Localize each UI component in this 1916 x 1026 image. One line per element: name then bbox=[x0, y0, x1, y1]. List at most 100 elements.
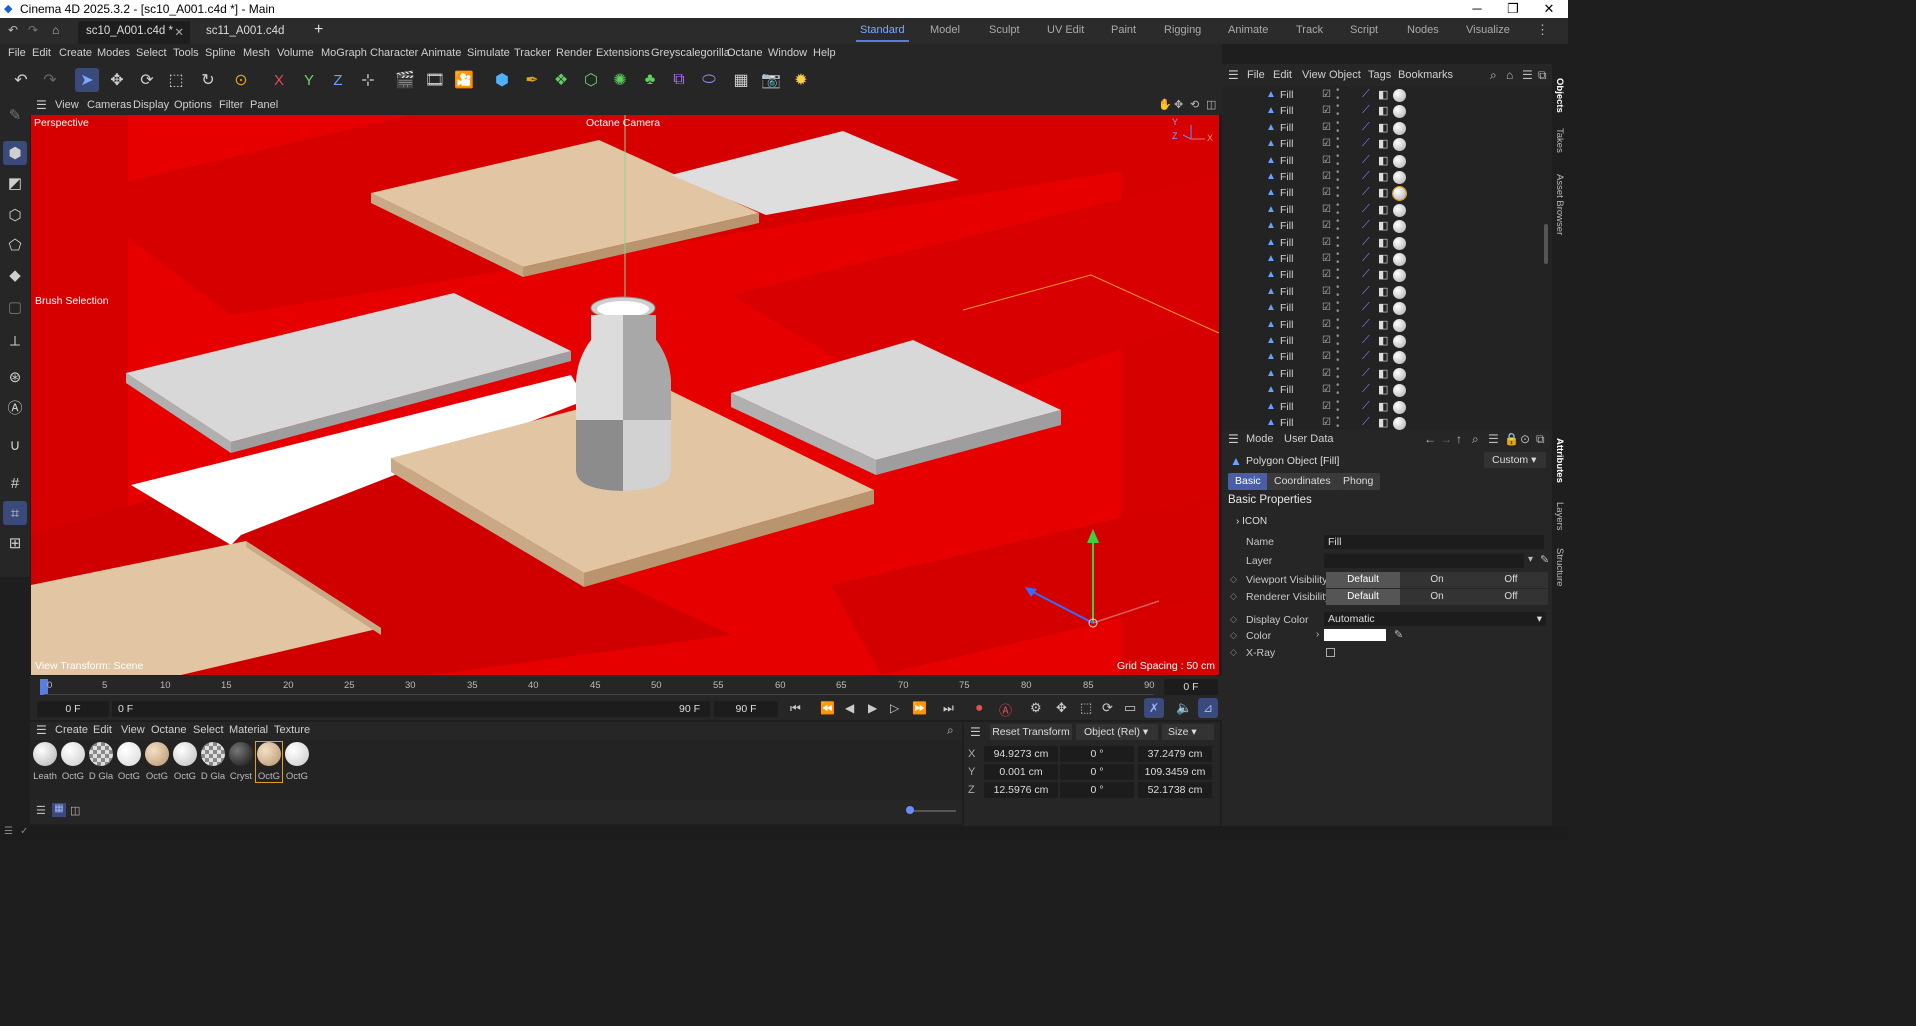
menu-octane[interactable]: Octane bbox=[727, 47, 762, 59]
close-icon[interactable]: ✕ bbox=[1532, 0, 1566, 18]
file-tab-sc10[interactable]: sc10_A001.c4d * ✕ bbox=[78, 21, 190, 44]
phong-tag-icon[interactable]: ⟋ bbox=[1362, 219, 1370, 232]
rotation-h-field[interactable]: 0 ° bbox=[1060, 746, 1134, 762]
select-tool-icon[interactable]: ➤ bbox=[75, 68, 99, 92]
color-swatch[interactable] bbox=[1324, 629, 1386, 641]
dolly-icon[interactable]: ✥ bbox=[1174, 98, 1183, 111]
texture-tag-icon[interactable]: ◧ bbox=[1378, 416, 1388, 429]
material-swatch-selected[interactable]: OctG bbox=[255, 741, 283, 783]
chevron-down-icon[interactable]: ▾ bbox=[1528, 554, 1533, 565]
phong-tag-icon[interactable]: ⟋ bbox=[1362, 268, 1370, 281]
tweak-icon[interactable]: ⊛ bbox=[3, 365, 27, 389]
object-row[interactable]: ▲ Fill ☑ • • ⟋ ◧ bbox=[1222, 381, 1552, 399]
phong-tag-icon[interactable]: ⟋ bbox=[1362, 88, 1370, 101]
layout-animate[interactable]: Animate bbox=[1228, 24, 1268, 36]
phong-tag-icon[interactable]: ⟋ bbox=[1362, 203, 1370, 216]
icon-size-slider[interactable] bbox=[908, 810, 956, 812]
material-menu-edit[interactable]: Edit bbox=[93, 724, 112, 736]
key-param-icon[interactable]: ▭ bbox=[1124, 700, 1136, 716]
material-menu-select[interactable]: Select bbox=[193, 724, 224, 736]
position-x-field[interactable]: 94.9273 cm bbox=[984, 746, 1058, 762]
texture-tag-icon[interactable]: ◧ bbox=[1378, 170, 1388, 183]
layout-uv-edit[interactable]: UV Edit bbox=[1047, 24, 1084, 36]
edit-toggle-icon[interactable]: ☑ bbox=[1322, 417, 1331, 428]
texture-tag-icon[interactable]: ◧ bbox=[1378, 383, 1388, 396]
visibility-dots-icon[interactable]: • • bbox=[1336, 381, 1340, 399]
hamburger-icon[interactable]: ☰ bbox=[1228, 432, 1239, 446]
material-swatch[interactable]: Cryst bbox=[228, 742, 254, 782]
phong-tag-icon[interactable]: ⟋ bbox=[1362, 170, 1370, 183]
undo-small-icon[interactable]: ↶ bbox=[8, 23, 18, 37]
menu-tools[interactable]: Tools bbox=[173, 47, 199, 59]
new-tab-icon[interactable]: + bbox=[314, 21, 323, 39]
material-tag-icon[interactable] bbox=[1393, 236, 1406, 250]
phong-tag-icon[interactable]: ⟋ bbox=[1362, 367, 1370, 380]
material-tag-icon[interactable] bbox=[1393, 154, 1406, 168]
edit-toggle-icon[interactable]: ☑ bbox=[1322, 335, 1331, 346]
renderer-vis-on[interactable]: On bbox=[1400, 589, 1474, 605]
viewport-menu-options[interactable]: Options bbox=[174, 99, 212, 111]
rotate-tool-icon[interactable]: ⟳ bbox=[135, 68, 159, 92]
texture-tag-icon[interactable]: ◧ bbox=[1378, 400, 1388, 413]
renderer-vis-off[interactable]: Off bbox=[1474, 589, 1548, 605]
phong-tag-icon[interactable]: ⟋ bbox=[1362, 104, 1370, 117]
maximize-view-icon[interactable]: ◫ bbox=[1206, 98, 1216, 111]
menu-animate[interactable]: Animate bbox=[421, 47, 461, 59]
prev-key-icon[interactable]: ⏪ bbox=[820, 701, 835, 715]
menu-window[interactable]: Window bbox=[768, 47, 807, 59]
snap-target-icon[interactable]: ⊙ bbox=[229, 68, 253, 92]
more-icon[interactable]: ⋮ bbox=[1536, 22, 1549, 38]
timeline-ruler[interactable]: 0 5 10 15 20 25 30 35 40 45 50 55 60 65 … bbox=[30, 676, 1222, 698]
next-key-icon[interactable]: ⏩ bbox=[912, 701, 927, 715]
position-y-field[interactable]: 0.001 cm bbox=[984, 764, 1058, 780]
edit-toggle-icon[interactable]: ☑ bbox=[1322, 351, 1331, 362]
material-swatch[interactable]: OctG bbox=[116, 742, 142, 782]
points-mode-icon[interactable]: ⬡ bbox=[3, 203, 27, 227]
menu-simulate[interactable]: Simulate bbox=[467, 47, 510, 59]
edit-toggle-icon[interactable]: ☑ bbox=[1322, 155, 1331, 166]
edit-toggle-icon[interactable]: ☑ bbox=[1322, 253, 1331, 264]
sound-icon[interactable]: 🔈 bbox=[1176, 700, 1192, 716]
pan-icon[interactable]: ✋ bbox=[1158, 98, 1172, 111]
mograph-icon[interactable]: ♣ bbox=[638, 68, 662, 92]
tab-basic[interactable]: Basic bbox=[1228, 473, 1268, 490]
status-menu-icon[interactable]: ☰ bbox=[4, 826, 13, 837]
render-view-icon[interactable]: 🎬 bbox=[393, 68, 417, 92]
object-row[interactable]: ▲ Fill ☑ • • ⟋ ◧ bbox=[1222, 151, 1552, 170]
material-menu-view[interactable]: View bbox=[121, 724, 145, 736]
menu-help[interactable]: Help bbox=[813, 47, 836, 59]
menu-select[interactable]: Select bbox=[136, 47, 167, 59]
menu-render[interactable]: Render bbox=[556, 47, 592, 59]
material-swatch[interactable]: OctG bbox=[172, 742, 198, 782]
reset-transform-button[interactable]: Reset Transform bbox=[990, 724, 1072, 740]
texture-tag-icon[interactable]: ◧ bbox=[1378, 252, 1388, 265]
icon-group-toggle[interactable]: › ICON bbox=[1236, 516, 1267, 527]
material-tag-icon[interactable] bbox=[1393, 285, 1406, 299]
menu-edit[interactable]: Edit bbox=[32, 47, 51, 59]
camera-icon[interactable]: 📷 bbox=[759, 68, 783, 92]
viewport-menu-filter[interactable]: Filter bbox=[219, 99, 243, 111]
texture-tag-icon[interactable]: ◧ bbox=[1378, 334, 1388, 347]
material-menu-texture[interactable]: Texture bbox=[274, 724, 310, 736]
phong-tag-icon[interactable]: ⟋ bbox=[1362, 121, 1370, 134]
edit-toggle-icon[interactable]: ☑ bbox=[1322, 368, 1331, 379]
search-icon[interactable]: ⌕ bbox=[1490, 68, 1497, 83]
orbit-icon[interactable]: ⟲ bbox=[1190, 98, 1199, 111]
eyedropper-icon[interactable]: ✎ bbox=[1394, 628, 1403, 641]
name-field[interactable]: Fill bbox=[1324, 535, 1544, 549]
material-tag-icon[interactable] bbox=[1393, 171, 1406, 184]
model-mode-icon[interactable]: ⬢ bbox=[3, 141, 27, 165]
camera-label[interactable]: Octane Camera bbox=[586, 117, 660, 129]
hamburger-icon[interactable]: ☰ bbox=[1228, 68, 1239, 82]
object-row[interactable]: ▲ Fill ☑ • • ⟋ ◧ bbox=[1222, 348, 1552, 366]
texture-tag-icon[interactable]: ◧ bbox=[1378, 236, 1388, 249]
keyframe-diamond-icon[interactable]: ◇ bbox=[1230, 614, 1237, 625]
hamburger-icon[interactable]: ☰ bbox=[36, 98, 47, 112]
rotation-p-field[interactable]: 0 ° bbox=[1060, 764, 1134, 780]
texture-tag-icon[interactable]: ◧ bbox=[1378, 88, 1388, 101]
cube-icon[interactable]: ⬢ bbox=[490, 68, 514, 92]
key-rotation-icon[interactable]: ⟳ bbox=[1102, 700, 1113, 716]
keyframe-diamond-icon[interactable]: ◇ bbox=[1230, 630, 1237, 641]
deformer-icon[interactable]: ⧉ bbox=[667, 68, 691, 92]
grid-snap-icon[interactable]: # bbox=[3, 471, 27, 495]
